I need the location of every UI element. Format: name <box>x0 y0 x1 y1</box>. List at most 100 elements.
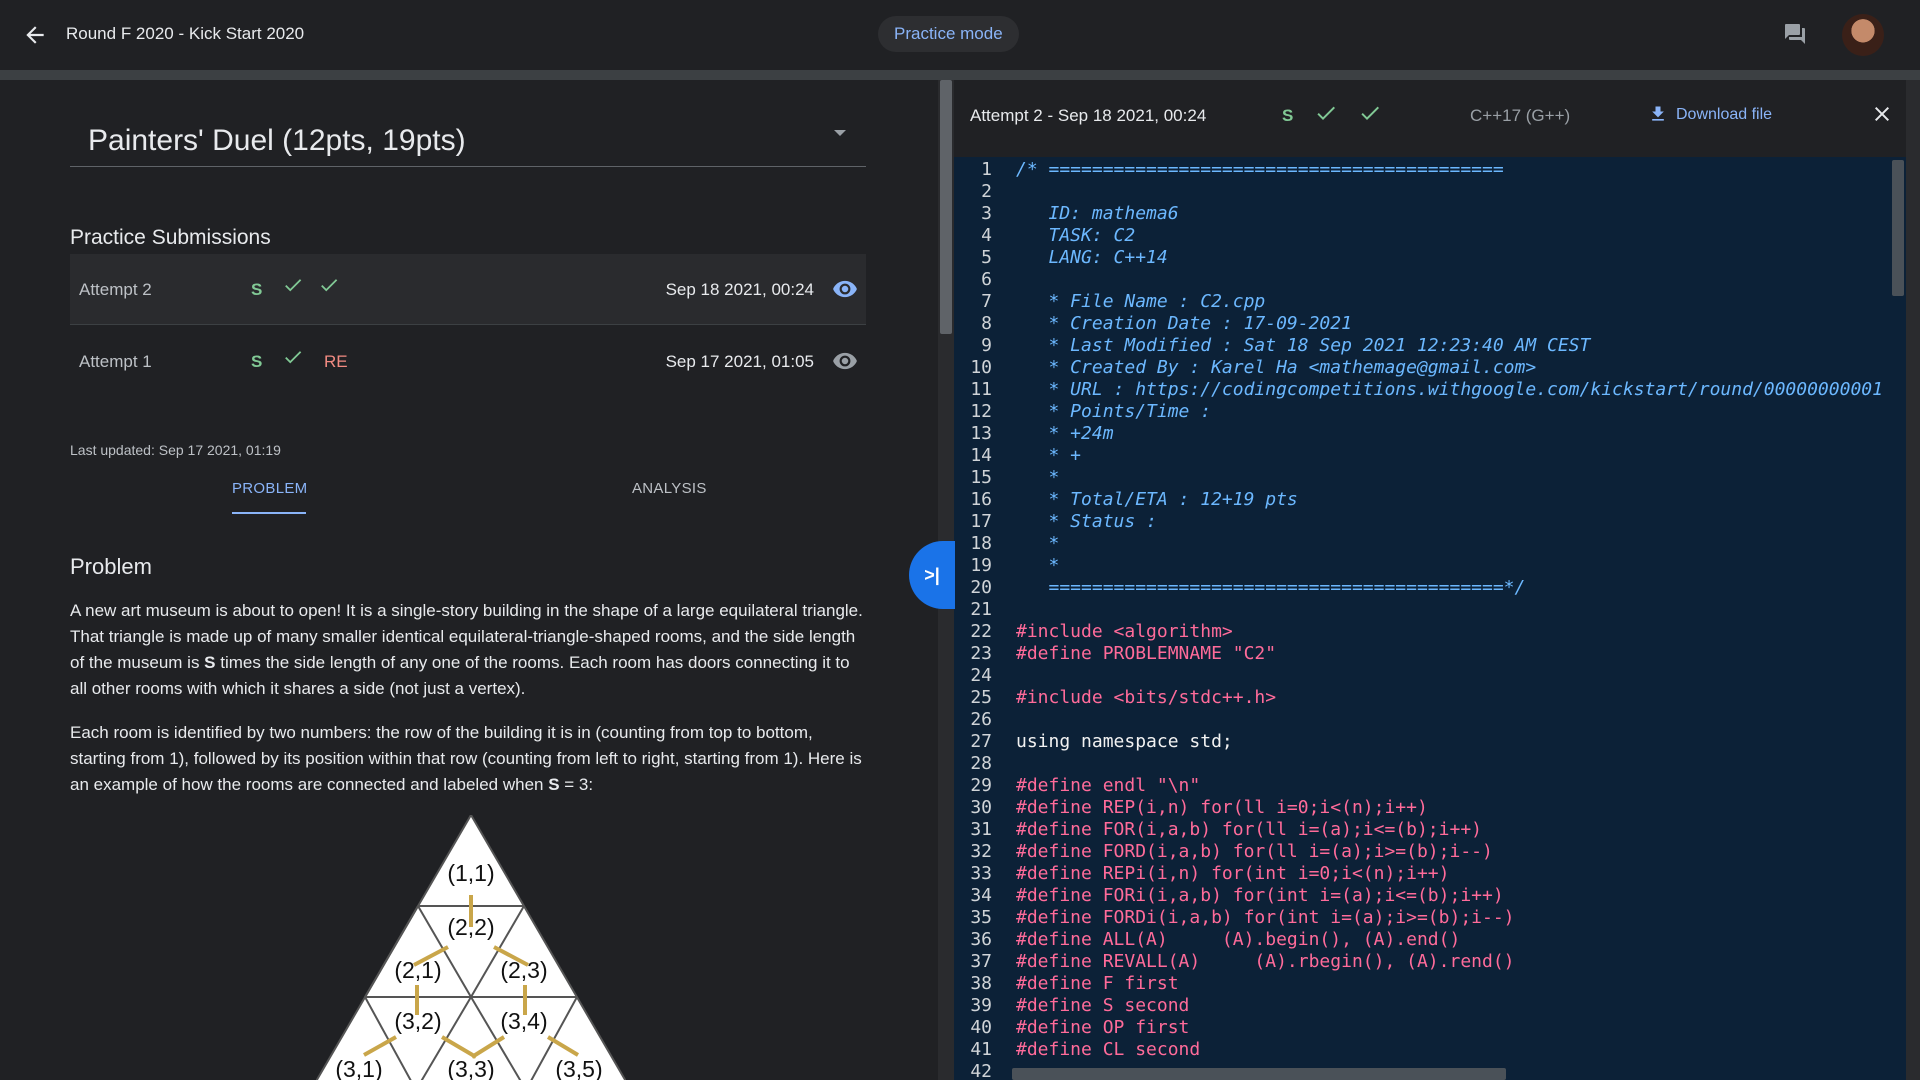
check-icon <box>285 279 302 292</box>
code-line: #define FORD(i,a,b) for(ll i=(a);i>=(b);… <box>1016 841 1493 862</box>
line-number: 38 <box>970 973 992 994</box>
code-line: * Last Modified : Sat 18 Sep 2021 12:23:… <box>1016 335 1591 356</box>
problem-dropdown[interactable]: Painters' Duel (12pts, 19pts) <box>70 110 866 167</box>
code-line: #define ALL(A) (A).begin(), (A).end() <box>1016 929 1461 950</box>
code-line: #define REPi(i,n) for(int i=0;i<(n);i++) <box>1016 863 1450 884</box>
line-number: 33 <box>970 863 992 884</box>
line-number: 19 <box>970 555 992 576</box>
code-line: ========================================… <box>1016 577 1526 598</box>
active-tab-indicator <box>232 512 306 514</box>
code-line: * <box>1016 467 1060 488</box>
code-line: #define FORi(i,a,b) for(int i=(a);i<=(b)… <box>1016 885 1504 906</box>
room-label: (2,3) <box>500 957 547 983</box>
check-icon <box>321 279 338 292</box>
room-label: (2,2) <box>447 914 494 940</box>
line-number: 8 <box>981 313 992 334</box>
code-line: #include <bits/stdc++.h> <box>1016 687 1277 708</box>
line-number: 25 <box>970 687 992 708</box>
line-number: 21 <box>970 599 992 620</box>
line-number: 27 <box>970 731 992 752</box>
line-number: 26 <box>970 709 992 730</box>
line-number: 5 <box>981 247 992 268</box>
line-number: 29 <box>970 775 992 796</box>
line-number: 11 <box>970 379 992 400</box>
code-line: #define F first <box>1016 973 1179 994</box>
code-line: #define PROBLEMNAME "C2" <box>1016 643 1277 664</box>
line-number: 4 <box>981 225 992 246</box>
line-number: 36 <box>970 929 992 950</box>
runtime-error-badge: RE <box>324 352 348 371</box>
line-number: 14 <box>970 445 992 466</box>
code-line: #define endl "\n" <box>1016 775 1201 796</box>
line-number: 18 <box>970 533 992 554</box>
back-arrow-icon[interactable] <box>22 22 48 48</box>
submissions-heading: Practice Submissions <box>70 226 271 249</box>
submission-row-attempt-2[interactable]: Attempt 2 S Sep 18 2021, 00:24 <box>70 254 866 325</box>
line-number: 12 <box>970 401 992 422</box>
problem-heading: Problem <box>70 554 152 579</box>
practice-mode-chip[interactable]: Practice mode <box>878 16 1019 52</box>
left-scrollbar-thumb[interactable] <box>940 80 952 334</box>
dropdown-caret-icon[interactable] <box>834 130 846 136</box>
tab-analysis[interactable]: ANALYSIS <box>632 480 707 497</box>
code-line: #define FORDi(i,a,b) for(int i=(a);i>=(b… <box>1016 907 1515 928</box>
problem-paragraph: A new art museum is about to open! It is… <box>70 601 863 698</box>
code-line: * + <box>1016 445 1082 466</box>
code-line: using namespace std; <box>1016 731 1233 752</box>
line-number: 13 <box>970 423 992 444</box>
code-line: #include <algorithm> <box>1016 621 1233 642</box>
editor-horizontal-scroll-thumb[interactable] <box>1012 1068 1506 1080</box>
tab-problem[interactable]: PROBLEM <box>232 480 307 497</box>
code-line: * <box>1016 555 1060 576</box>
check-icon <box>1317 106 1335 120</box>
sample-pass-badge: S <box>251 352 263 371</box>
line-number: 32 <box>970 841 992 862</box>
download-icon <box>1652 106 1664 121</box>
submission-label: Attempt 2 <box>79 280 152 299</box>
line-number: 2 <box>981 181 992 202</box>
right-edge-strip <box>1906 80 1920 1080</box>
line-number: 22 <box>970 621 992 642</box>
feedback-chat-icon[interactable] <box>1782 22 1808 46</box>
line-number: 15 <box>970 467 992 488</box>
editor-vertical-scroll-thumb[interactable] <box>1892 160 1904 296</box>
code-line: /* =====================================… <box>1016 159 1504 180</box>
code-line: TASK: C2 <box>1016 225 1136 246</box>
room-label: (3,2) <box>394 1008 441 1034</box>
line-number: 28 <box>970 753 992 774</box>
code-line: * Status : <box>1016 511 1157 532</box>
line-number: 20 <box>970 577 992 598</box>
code-line: * <box>1016 533 1060 554</box>
close-icon[interactable] <box>1870 102 1894 126</box>
code-line: LANG: C++14 <box>1016 247 1168 268</box>
code-line: #define OP first <box>1016 1017 1190 1038</box>
last-updated-text: Last updated: Sep 17 2021, 01:19 <box>70 442 281 458</box>
code-line: ID: mathema6 <box>1016 203 1179 224</box>
room-label: (3,4) <box>500 1008 547 1034</box>
language-label: C++17 (G++) <box>1470 106 1571 125</box>
code-line: * +24m <box>1016 423 1114 444</box>
code-editor[interactable]: 1 2 3 4 5 6 7 8 9 10 11 12 13 14 15 16 17 18 19 20 21 22 23 24 2… <box>954 157 1890 1080</box>
line-number: 42 <box>970 1061 992 1080</box>
code-line: #define CL second <box>1016 1039 1201 1060</box>
line-number: 35 <box>970 907 992 928</box>
submission-date: Sep 18 2021, 00:24 <box>665 280 814 299</box>
code-line: #define S second <box>1016 995 1190 1016</box>
line-number: 1 <box>981 159 992 180</box>
view-eye-icon[interactable] <box>832 348 858 374</box>
attempt-title: Attempt 2 - Sep 18 2021, 00:24 <box>970 106 1207 125</box>
room-label: (1,1) <box>447 860 494 886</box>
submission-row-attempt-1[interactable]: Attempt 1 S RE Sep 17 2021, 01:05 <box>70 326 866 396</box>
line-number: 17 <box>970 511 992 532</box>
line-number: 3 <box>981 203 992 224</box>
user-avatar[interactable] <box>1842 14 1884 56</box>
submission-label: Attempt 1 <box>79 352 152 371</box>
code-line: * Total/ETA : 12+19 pts <box>1016 489 1298 510</box>
problem-panel: Painters' Duel (12pts, 19pts) Practice S… <box>0 80 938 1080</box>
view-eye-icon[interactable] <box>832 276 858 302</box>
line-number: 16 <box>970 489 992 510</box>
line-number: 40 <box>970 1017 992 1038</box>
problem-title: Painters' Duel (12pts, 19pts) <box>88 124 466 157</box>
line-number: 9 <box>981 335 992 356</box>
line-number: 34 <box>970 885 992 906</box>
